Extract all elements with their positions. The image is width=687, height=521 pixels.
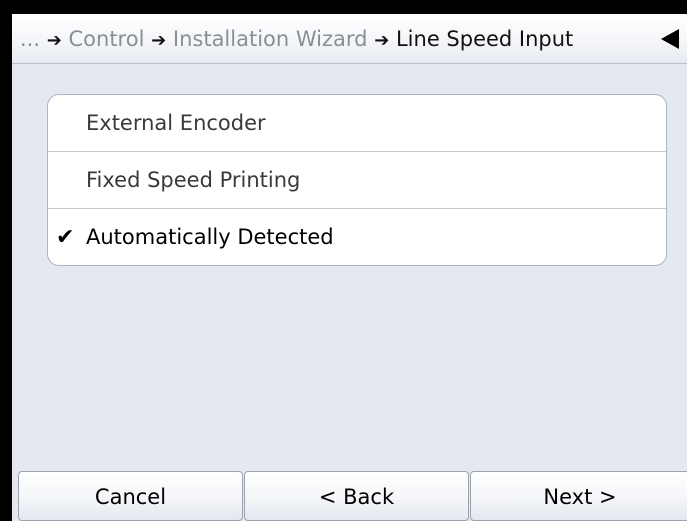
- option-label: External Encoder: [86, 111, 266, 135]
- next-button[interactable]: Next >: [470, 471, 687, 521]
- footer-bar: Cancel < Back Next >: [12, 471, 687, 521]
- option-fixed-speed-printing[interactable]: Fixed Speed Printing: [48, 152, 666, 209]
- checkmark-icon: ✔: [56, 225, 75, 250]
- option-external-encoder[interactable]: External Encoder: [48, 95, 666, 152]
- breadcrumb-arrow-icon: ➔: [46, 30, 62, 51]
- back-button[interactable]: < Back: [244, 471, 469, 521]
- breadcrumb-item-installation-wizard[interactable]: Installation Wizard: [173, 27, 368, 51]
- header-bar: ... ➔ Control ➔ Installation Wizard ➔ Li…: [12, 14, 687, 64]
- back-triangle-icon[interactable]: [659, 28, 681, 50]
- wizard-screen: ... ➔ Control ➔ Installation Wizard ➔ Li…: [12, 14, 687, 521]
- breadcrumb-item-control[interactable]: Control: [69, 27, 145, 51]
- option-automatically-detected[interactable]: ✔ Automatically Detected: [48, 209, 666, 265]
- cancel-button[interactable]: Cancel: [18, 471, 243, 521]
- breadcrumb-arrow-icon: ➔: [374, 30, 390, 51]
- line-speed-options-list: External Encoder Fixed Speed Printing ✔ …: [47, 94, 667, 266]
- breadcrumb-ellipsis[interactable]: ...: [20, 27, 40, 51]
- breadcrumb-item-line-speed-input: Line Speed Input: [395, 27, 574, 51]
- option-label: Fixed Speed Printing: [86, 168, 301, 192]
- option-label: Automatically Detected: [86, 225, 334, 249]
- breadcrumb: ... ➔ Control ➔ Installation Wizard ➔ Li…: [20, 14, 573, 64]
- breadcrumb-arrow-icon: ➔: [151, 30, 167, 51]
